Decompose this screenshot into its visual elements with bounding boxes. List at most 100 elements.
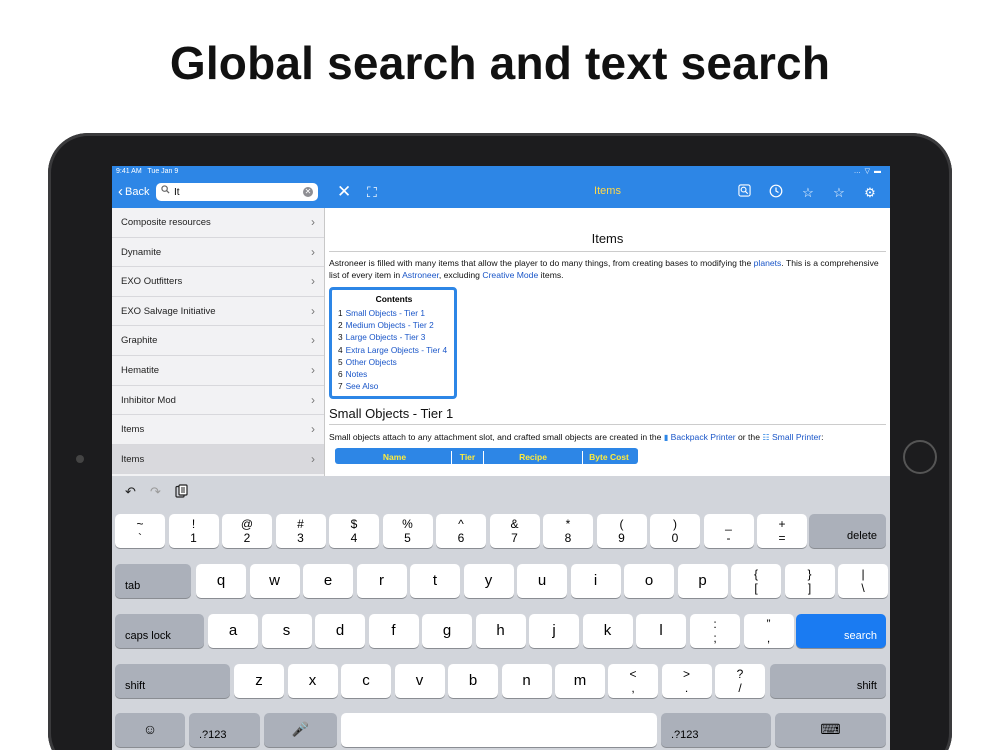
sidebar-nav: ‹Back ✕ — [112, 178, 324, 208]
list-item[interactable]: Items › — [112, 415, 324, 445]
link-planets[interactable]: planets — [754, 258, 782, 268]
key-num-7[interactable]: & 7 — [489, 514, 540, 548]
undo-icon[interactable]: ↶ — [125, 484, 136, 500]
key-num-12[interactable]: + = — [757, 514, 807, 548]
key-n[interactable]: n — [501, 664, 552, 698]
key-num-3[interactable]: #3 — [275, 514, 326, 548]
key-sym3-0[interactable]: :; — [690, 614, 740, 648]
key-s[interactable]: s — [261, 614, 312, 648]
key-k[interactable]: k — [582, 614, 633, 648]
key-z[interactable]: z — [234, 664, 284, 698]
key-d[interactable]: d — [315, 614, 365, 648]
key-num-5[interactable]: % 5 — [382, 514, 433, 548]
key-num-10[interactable]: ) 0 — [650, 514, 700, 548]
numbers-key-left[interactable]: .?123 — [189, 713, 260, 747]
key-o[interactable]: o — [624, 564, 674, 598]
key-num-11[interactable]: _ - — [703, 514, 754, 548]
key-num-4[interactable]: $4 — [329, 514, 379, 548]
numbers-key-right[interactable]: .?123 — [661, 713, 771, 747]
list-item[interactable]: Inhibitor Mod › — [112, 386, 324, 416]
toc-item[interactable]: 5 Other Objects — [338, 356, 450, 368]
favorite-star-icon[interactable]: ☆ — [799, 184, 817, 202]
key-num-9[interactable]: (9 — [596, 514, 647, 548]
key-r[interactable]: r — [356, 564, 407, 598]
key-sym3-1[interactable]: ”, — [743, 614, 794, 648]
list-item[interactable]: EXO Outfitters › — [112, 267, 324, 297]
home-button[interactable] — [903, 440, 937, 474]
key-num-2[interactable]: @2 — [222, 514, 272, 548]
back-button[interactable]: ‹ Back — [118, 184, 149, 200]
add-favorite-star-icon[interactable]: ☆ — [830, 184, 848, 202]
key-shift-symbol: ” — [766, 617, 771, 631]
key-x[interactable]: x — [287, 664, 338, 698]
key-num-1[interactable]: ! 1 — [168, 514, 219, 548]
dictation-key[interactable]: 🎤 — [264, 713, 337, 747]
toc-item[interactable]: 2 Medium Objects - Tier 2 — [338, 319, 450, 331]
tab-key[interactable]: tab — [115, 564, 191, 598]
key-sym4-0[interactable]: <, — [608, 664, 658, 698]
key-u[interactable]: u — [517, 564, 567, 598]
search-input[interactable] — [174, 185, 298, 199]
toc-item[interactable]: 3 Large Objects - Tier 3 — [338, 331, 450, 343]
key-q[interactable]: q — [196, 564, 246, 598]
key-h[interactable]: h — [475, 614, 526, 648]
key-num-8[interactable]: * 8 — [543, 514, 593, 548]
link-backpack-printer[interactable]: Backpack Printer — [671, 432, 736, 442]
paste-icon[interactable] — [175, 484, 188, 501]
key-p[interactable]: p — [677, 564, 728, 598]
list-item[interactable]: Composite resources › — [112, 208, 324, 238]
toc-item[interactable]: 1 Small Objects - Tier 1 — [338, 307, 450, 319]
key-a[interactable]: a — [208, 614, 258, 648]
search-field[interactable]: ✕ — [156, 183, 318, 201]
shift-left-key[interactable]: shift — [115, 664, 230, 698]
key-w[interactable]: w — [249, 564, 300, 598]
key-num-6[interactable]: ^ 6 — [436, 514, 486, 548]
list-item[interactable]: Hematite › — [112, 356, 324, 386]
key-sym-1[interactable]: }] — [784, 564, 835, 598]
key-sym4-2[interactable]: ? / — [715, 664, 765, 698]
find-in-page-icon[interactable] — [735, 184, 753, 202]
list-item[interactable]: EXO Salvage Initiative › — [112, 297, 324, 327]
link-small-printer[interactable]: Small Printer — [772, 432, 821, 442]
key-sym4-1[interactable]: >. — [661, 664, 712, 698]
search-key[interactable]: search — [796, 614, 886, 648]
key-num-0[interactable]: ~ ` — [115, 514, 165, 548]
key-m[interactable]: m — [555, 664, 605, 698]
delete-key[interactable]: delete — [809, 514, 886, 548]
key-i[interactable]: i — [570, 564, 621, 598]
key-e[interactable]: e — [303, 564, 353, 598]
space-key[interactable] — [341, 713, 657, 747]
key-f[interactable]: f — [368, 614, 419, 648]
emoji-key[interactable]: ☺ — [115, 713, 185, 747]
key-l[interactable]: l — [636, 614, 686, 648]
toc-item[interactable]: 4 Extra Large Objects - Tier 4 — [338, 344, 450, 356]
list-item[interactable]: Graphite › — [112, 326, 324, 356]
key-shift-symbol: < — [629, 667, 637, 681]
link-astroneer[interactable]: Astroneer — [402, 270, 439, 280]
key-g[interactable]: g — [422, 614, 472, 648]
list-item[interactable]: Dynamite › — [112, 238, 324, 268]
clear-search-icon[interactable]: ✕ — [303, 187, 313, 197]
caps-lock-key[interactable]: caps lock — [115, 614, 204, 648]
hide-keyboard-key[interactable]: ⌨ — [775, 713, 886, 747]
microphone-icon: 🎤 — [291, 721, 310, 737]
key-sym-0[interactable]: {[ — [731, 564, 781, 598]
toc-item[interactable]: 7 See Also — [338, 380, 450, 392]
key-c[interactable]: c — [341, 664, 391, 698]
key-y[interactable]: y — [463, 564, 514, 598]
key-symbol: 0 — [671, 531, 679, 545]
key-symbol: 4 — [350, 531, 358, 545]
history-icon[interactable] — [767, 184, 785, 202]
toc-item[interactable]: 6 Notes — [338, 368, 450, 380]
shift-right-key[interactable]: shift — [770, 664, 886, 698]
redo-icon[interactable]: ↷ — [150, 484, 161, 500]
key-j[interactable]: j — [529, 614, 579, 648]
status-date: Tue Jan 9 — [147, 168, 179, 175]
settings-gear-icon[interactable]: ⚙ — [861, 184, 879, 202]
list-item[interactable]: Items › — [112, 444, 324, 475]
key-b[interactable]: b — [448, 664, 498, 698]
key-v[interactable]: v — [394, 664, 445, 698]
key-sym-2[interactable]: | \ — [838, 564, 888, 598]
key-t[interactable]: t — [410, 564, 460, 598]
link-creative-mode[interactable]: Creative Mode — [482, 270, 538, 280]
